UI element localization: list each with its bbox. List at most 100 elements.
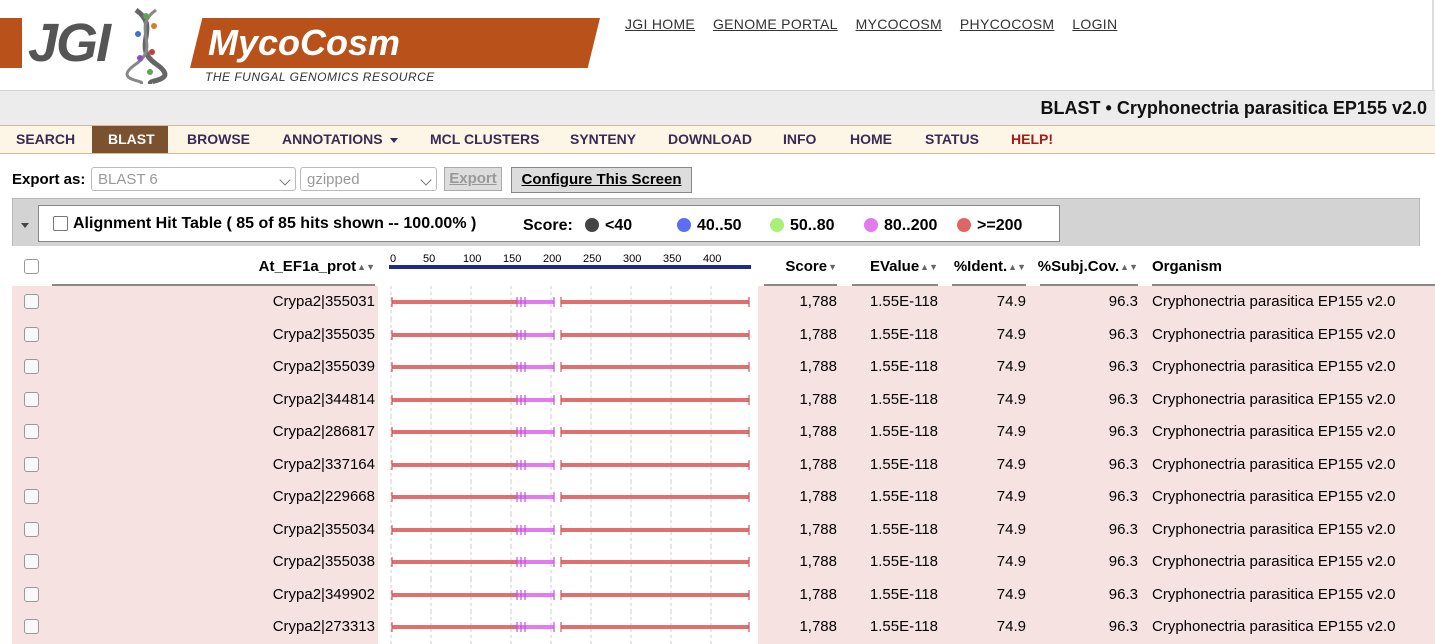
hit-ident: 74.9 bbox=[996, 520, 1026, 538]
table-row[interactable]: Crypa2|337164 1,788 1.55E-118 74.9 96.3 Cryph… bbox=[12, 448, 1435, 482]
table-row[interactable]: Crypa2|355038 1,788 1.55E-118 74.9 96.3 Cryph… bbox=[12, 546, 1435, 579]
col-query[interactable]: At_EF1a_prot▲▼ bbox=[259, 258, 375, 275]
export-compression-value: gzipped bbox=[307, 171, 360, 188]
nav-annotations-label: ANNOTATIONS bbox=[282, 131, 383, 147]
hit-subjcov: 96.3 bbox=[1108, 293, 1138, 310]
alignment-graphic[interactable] bbox=[387, 416, 757, 449]
export-format-value: BLAST 6 bbox=[98, 171, 158, 188]
hit-id-link[interactable]: Crypa2|229668 bbox=[273, 488, 375, 505]
configure-screen-button[interactable]: Configure This Screen bbox=[511, 167, 692, 193]
table-row[interactable]: Crypa2|229668 1,788 1.55E-118 74.9 96.3 Cryph… bbox=[12, 481, 1435, 514]
table-row[interactable]: Crypa2|286817 1,788 1.55E-118 74.9 96.3 Cryph… bbox=[12, 416, 1435, 449]
col-score[interactable]: Score▼ bbox=[785, 258, 837, 275]
table-row[interactable]: Crypa2|355039 1,788 1.55E-118 74.9 96.3 Cryph… bbox=[12, 351, 1435, 384]
table-row[interactable]: Crypa2|273313 1,788 1.55E-118 74.9 96.3 Cryph… bbox=[12, 611, 1435, 644]
mycocosm-tagline: THE FUNGAL GENOMICS RESOURCE bbox=[205, 70, 435, 84]
hit-organism: Cryphonectria parasitica EP155 v2.0 bbox=[1152, 520, 1396, 538]
table-row[interactable]: Crypa2|355035 1,788 1.55E-118 74.9 96.3 Cryph… bbox=[12, 318, 1435, 352]
alignment-graphic[interactable] bbox=[387, 318, 757, 352]
hit-subjcov: 96.3 bbox=[1108, 618, 1138, 635]
export-label: Export as: bbox=[12, 171, 86, 188]
row-checkbox[interactable] bbox=[24, 619, 39, 634]
row-checkbox[interactable] bbox=[24, 294, 39, 309]
row-checkbox[interactable] bbox=[24, 554, 39, 569]
alignment-graphic[interactable] bbox=[387, 286, 757, 319]
table-row[interactable]: Crypa2|355034 1,788 1.55E-118 74.9 96.3 Cryph… bbox=[12, 513, 1435, 547]
link-login[interactable]: LOGIN bbox=[1072, 16, 1117, 32]
hit-segment bbox=[561, 365, 749, 369]
row-checkbox[interactable] bbox=[24, 424, 39, 439]
hit-id-link[interactable]: Crypa2|355034 bbox=[273, 521, 375, 538]
alignment-graphic[interactable] bbox=[387, 578, 757, 612]
table-row[interactable]: Crypa2|349902 1,788 1.55E-118 74.9 96.3 Cryph… bbox=[12, 578, 1435, 612]
nav-mcl-clusters[interactable]: MCL CLUSTERS bbox=[414, 126, 555, 153]
alignment-graphic[interactable] bbox=[387, 546, 757, 579]
hit-table-toggle-checkbox[interactable] bbox=[53, 216, 68, 231]
col-evalue[interactable]: EValue▲▼ bbox=[870, 258, 938, 275]
nav-status[interactable]: STATUS bbox=[909, 126, 995, 153]
alignment-graphic[interactable] bbox=[387, 513, 757, 547]
hit-id-link[interactable]: Crypa2|273313 bbox=[273, 618, 375, 635]
hit-id-link[interactable]: Crypa2|344814 bbox=[273, 391, 375, 408]
nav-synteny[interactable]: SYNTENY bbox=[554, 126, 652, 153]
chevron-down-icon bbox=[389, 137, 398, 143]
row-checkbox[interactable] bbox=[24, 359, 39, 374]
nav-info[interactable]: INFO bbox=[767, 126, 832, 153]
row-checkbox[interactable] bbox=[24, 326, 39, 342]
export-button[interactable]: Export bbox=[444, 167, 502, 191]
nav-blast[interactable]: BLAST bbox=[92, 126, 168, 153]
nav-help[interactable]: HELP! bbox=[995, 126, 1069, 153]
main-nav: SEARCH BLAST BROWSE ANNOTATIONS MCL CLUS… bbox=[0, 125, 1435, 154]
hit-gap-segment bbox=[517, 332, 554, 337]
alignment-graphic[interactable] bbox=[387, 351, 757, 384]
nav-annotations[interactable]: ANNOTATIONS bbox=[266, 126, 414, 153]
table-row[interactable]: Crypa2|355031 1,788 1.55E-118 74.9 96.3 Cryph… bbox=[12, 286, 1435, 319]
link-phycocosm[interactable]: PHYCOCOSM bbox=[960, 16, 1055, 32]
hit-id-link[interactable]: Crypa2|355038 bbox=[273, 553, 375, 570]
row-checkbox[interactable] bbox=[24, 456, 39, 472]
export-compression-select[interactable]: gzipped bbox=[300, 167, 437, 191]
col-organism[interactable]: Organism bbox=[1152, 258, 1222, 275]
mycocosm-logo[interactable]: MycoCosm bbox=[208, 22, 400, 64]
nav-browse[interactable]: BROWSE bbox=[171, 126, 266, 153]
table-row[interactable]: Crypa2|344814 1,788 1.55E-118 74.9 96.3 Cryph… bbox=[12, 383, 1435, 417]
hit-id-link[interactable]: Crypa2|355039 bbox=[273, 358, 375, 375]
legend-label: 50..80 bbox=[790, 217, 835, 234]
alignment-graphic[interactable] bbox=[387, 383, 757, 417]
hit-segment bbox=[392, 430, 517, 434]
link-genome-portal[interactable]: GENOME PORTAL bbox=[713, 16, 838, 32]
select-all-checkbox[interactable] bbox=[24, 259, 39, 274]
export-format-select[interactable]: BLAST 6 bbox=[91, 167, 296, 191]
hit-id-link[interactable]: Crypa2|337164 bbox=[273, 456, 375, 473]
scale-tick-label: 150 bbox=[503, 253, 521, 265]
jgi-logo[interactable]: JGI bbox=[28, 12, 111, 74]
hit-id-link[interactable]: Crypa2|286817 bbox=[273, 423, 375, 440]
hit-table-header: Alignment Hit Table ( 85 of 85 hits show… bbox=[38, 205, 1060, 242]
hit-gap-segment bbox=[517, 495, 554, 499]
hit-id-link[interactable]: Crypa2|355035 bbox=[273, 326, 375, 343]
hit-subjcov: 96.3 bbox=[1108, 423, 1138, 440]
col-evalue-label: EValue bbox=[869, 258, 920, 275]
alignment-graphic[interactable] bbox=[387, 611, 757, 644]
row-checkbox[interactable] bbox=[24, 586, 39, 602]
hit-ident: 74.9 bbox=[996, 553, 1026, 570]
col-subjcov[interactable]: %Subj.Cov.▲▼ bbox=[1038, 258, 1138, 275]
nav-download[interactable]: DOWNLOAD bbox=[652, 126, 768, 153]
nav-search[interactable]: SEARCH bbox=[0, 126, 91, 153]
link-mycocosm[interactable]: MYCOCOSM bbox=[856, 16, 942, 32]
row-checkbox[interactable] bbox=[24, 391, 39, 407]
link-jgi-home[interactable]: JGI HOME bbox=[625, 16, 695, 32]
hit-id-link[interactable]: Crypa2|355031 bbox=[273, 293, 375, 310]
col-ident[interactable]: %Ident.▲▼ bbox=[954, 258, 1026, 275]
col-organism-label: Organism bbox=[1152, 258, 1223, 275]
row-checkbox[interactable] bbox=[24, 489, 39, 504]
alignment-graphic[interactable] bbox=[387, 481, 757, 514]
row-checkbox[interactable] bbox=[24, 521, 39, 537]
nav-home[interactable]: HOME bbox=[834, 126, 908, 153]
hit-segment bbox=[392, 300, 517, 304]
scale-tick-label: 400 bbox=[703, 253, 721, 265]
alignment-graphic[interactable] bbox=[387, 448, 757, 482]
collapse-toggle-icon[interactable] bbox=[21, 223, 29, 228]
hit-id-link[interactable]: Crypa2|349902 bbox=[273, 586, 375, 603]
hit-ident: 74.9 bbox=[996, 390, 1026, 408]
